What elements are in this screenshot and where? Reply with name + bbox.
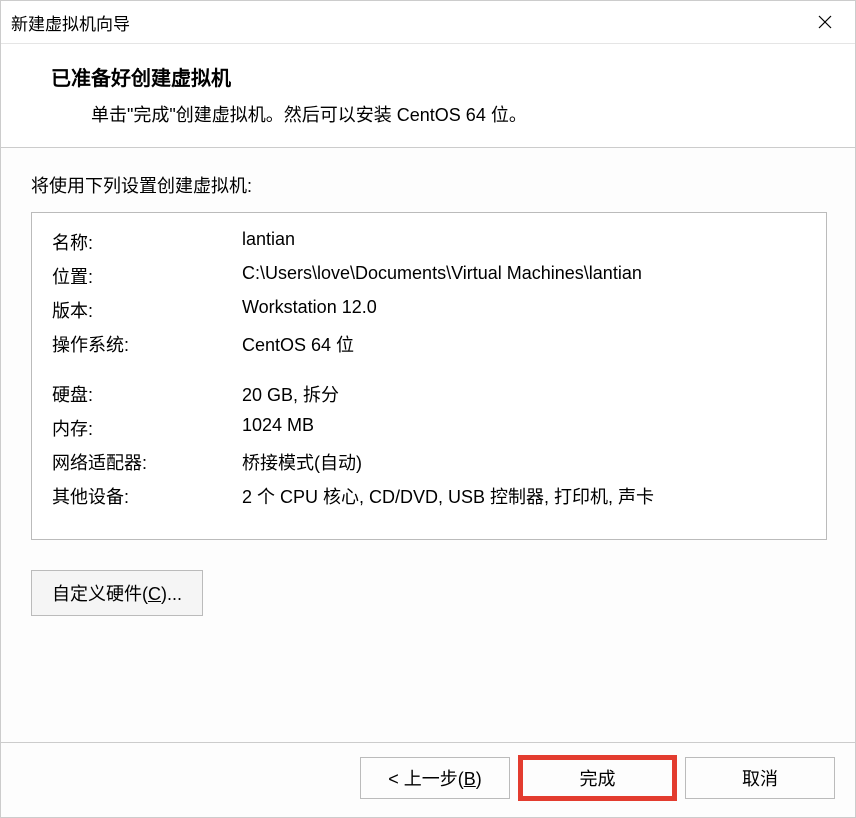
other-value: 2 个 CPU 核心, CD/DVD, USB 控制器, 打印机, 声卡	[242, 483, 806, 509]
header-title: 已准备好创建虚拟机	[51, 62, 835, 91]
disk-value: 20 GB, 拆分	[242, 381, 806, 407]
settings-row-network: 网络适配器: 桥接模式(自动)	[52, 449, 806, 475]
content-section: 将使用下列设置创建虚拟机: 名称: lantian 位置: C:\Users\l…	[1, 148, 855, 742]
os-value: CentOS 64 位	[242, 331, 806, 357]
header-subtitle: 单击"完成"创建虚拟机。然后可以安装 CentOS 64 位。	[51, 101, 835, 127]
settings-summary-box: 名称: lantian 位置: C:\Users\love\Documents\…	[31, 212, 827, 540]
network-label: 网络适配器:	[52, 449, 242, 475]
back-prefix: < 上一步(	[388, 769, 464, 789]
settings-row-memory: 内存: 1024 MB	[52, 415, 806, 441]
name-value: lantian	[242, 229, 806, 255]
settings-row-disk: 硬盘: 20 GB, 拆分	[52, 381, 806, 407]
back-key: B	[464, 769, 476, 789]
settings-row-other: 其他设备: 2 个 CPU 核心, CD/DVD, USB 控制器, 打印机, …	[52, 483, 806, 509]
network-value: 桥接模式(自动)	[242, 449, 806, 475]
customize-prefix: 自定义硬件(	[52, 584, 148, 604]
wizard-dialog: 新建虚拟机向导 已准备好创建虚拟机 单击"完成"创建虚拟机。然后可以安装 Cen…	[0, 0, 856, 818]
customize-suffix: )...	[161, 584, 182, 604]
window-title: 新建虚拟机向导	[11, 10, 130, 35]
footer-section: < 上一步(B) 完成 取消	[1, 742, 855, 817]
memory-value: 1024 MB	[242, 415, 806, 441]
cancel-button[interactable]: 取消	[685, 757, 835, 799]
header-section: 已准备好创建虚拟机 单击"完成"创建虚拟机。然后可以安装 CentOS 64 位…	[1, 44, 855, 148]
name-label: 名称:	[52, 229, 242, 255]
disk-label: 硬盘:	[52, 381, 242, 407]
customize-key: C	[148, 584, 161, 604]
finish-button[interactable]: 完成	[520, 757, 675, 799]
close-icon[interactable]	[805, 7, 845, 37]
version-value: Workstation 12.0	[242, 297, 806, 323]
settings-row-location: 位置: C:\Users\love\Documents\Virtual Mach…	[52, 263, 806, 289]
customize-hardware-button[interactable]: 自定义硬件(C)...	[31, 570, 203, 616]
back-suffix: )	[476, 769, 482, 789]
memory-label: 内存:	[52, 415, 242, 441]
intro-text: 将使用下列设置创建虚拟机:	[31, 172, 827, 198]
back-button[interactable]: < 上一步(B)	[360, 757, 510, 799]
version-label: 版本:	[52, 297, 242, 323]
os-label: 操作系统:	[52, 331, 242, 357]
location-value: C:\Users\love\Documents\Virtual Machines…	[242, 263, 806, 289]
settings-row-os: 操作系统: CentOS 64 位	[52, 331, 806, 357]
titlebar: 新建虚拟机向导	[1, 1, 855, 44]
settings-row-version: 版本: Workstation 12.0	[52, 297, 806, 323]
location-label: 位置:	[52, 263, 242, 289]
settings-row-name: 名称: lantian	[52, 229, 806, 255]
other-label: 其他设备:	[52, 483, 242, 509]
